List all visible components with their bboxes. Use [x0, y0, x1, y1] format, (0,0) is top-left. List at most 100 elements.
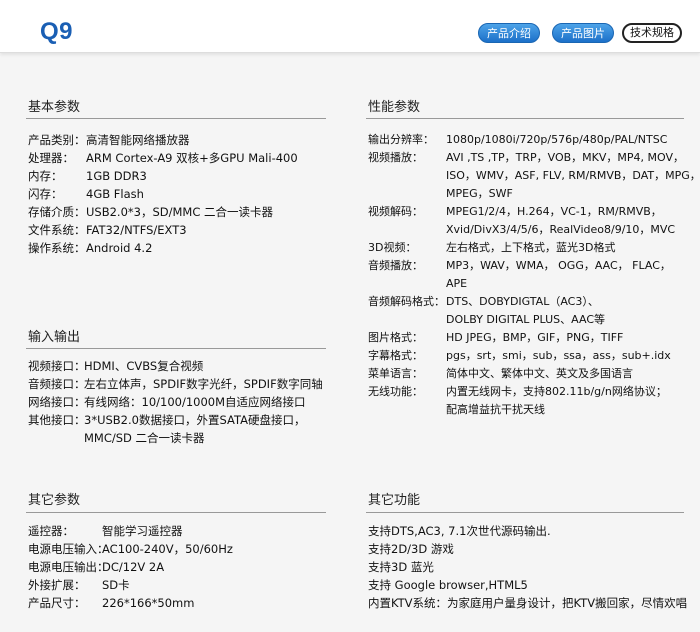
feature-line: 支持2D/3D 游戏	[368, 542, 454, 556]
spec-label: 产品尺寸：	[28, 596, 86, 610]
spec-label	[368, 275, 446, 293]
feature-line: 支持DTS,AC3, 7.1次世代源码输出.	[368, 524, 551, 538]
spec-value: 3*USB2.0数据接口，外置SATA硬盘接口，	[84, 413, 306, 427]
feature-line: 内置KTV系统：为家庭用户量身设计，把KTV搬回家，尽情欢唱	[368, 596, 688, 610]
spec-value: 左右立体声，SPDIF数字光纤，SPDIF数字同轴	[84, 377, 323, 391]
spec-value: HDMI、CVBS复合视频	[84, 359, 204, 373]
spec-label	[368, 185, 446, 203]
spec-row: MMC/SD 二合一读卡器	[28, 429, 323, 447]
features-section-title: 其它功能	[368, 493, 421, 508]
basic-section-title: 基本参数	[28, 100, 81, 115]
perf-section-title: 性能参数	[368, 100, 421, 115]
spec-label: 输出分辨率：	[368, 133, 434, 146]
spec-label: 其他接口：	[28, 413, 86, 427]
spec-row: Xvid/DivX3/4/5/6，RealVideo8/9/10，MVC	[368, 221, 700, 239]
spec-label: 视频接口：	[28, 359, 86, 373]
spec-label	[368, 311, 446, 329]
spec-label: 网络接口：	[28, 395, 86, 409]
spec-label: 闪存：	[28, 187, 63, 201]
spec-value: Xvid/DivX3/4/5/6，RealVideo8/9/10，MVC	[446, 223, 676, 236]
spec-value: APE	[446, 277, 468, 290]
spec-row: 处理器： ARM Cortex-A9 双核+多GPU Mali-400	[28, 149, 298, 167]
feature-line: 支持3D 蓝光	[368, 560, 434, 574]
other-section-title: 其它参数	[28, 493, 81, 508]
spec-label: 外接扩展：	[28, 578, 86, 592]
spec-value: 1GB DDR3	[86, 169, 147, 183]
io-section-title: 输入输出	[28, 330, 81, 345]
spec-value: 226*166*50mm	[102, 596, 195, 610]
spec-row: 存储介质： USB2.0*3，SD/MMC 二合一读卡器	[28, 203, 298, 221]
spec-value: 1080p/1080i/720p/576p/480p/PAL/NTSC	[446, 133, 668, 146]
spec-row: DOLBY DIGITAL PLUS、AAC等	[368, 311, 700, 329]
other-divider	[26, 512, 326, 513]
spec-row: 内存： 1GB DDR3	[28, 167, 298, 185]
spec-row: APE	[368, 275, 700, 293]
spec-value: 有线网络：10/100/1000M自适应网络接口	[84, 395, 306, 409]
perf-rows: 输出分辨率： 1080p/1080i/720p/576p/480p/PAL/NTS…	[368, 131, 700, 419]
spec-value: pgs，srt，smi，sub，ssa，ass，sub+.idx	[446, 349, 671, 362]
basic-rows: 产品类别： 高清智能网络播放器 处理器： ARM Cortex-A9 双核+多GPU…	[28, 131, 298, 257]
spec-label: 处理器：	[28, 151, 74, 165]
spec-value: 高清智能网络播放器	[86, 133, 190, 147]
spec-label: 操作系统：	[28, 241, 86, 255]
spec-row: 遥控器： 智能学习遥控器	[28, 522, 233, 540]
spec-value: Android 4.2	[86, 241, 153, 255]
spec-value: 智能学习遥控器	[102, 524, 183, 538]
perf-divider	[366, 118, 684, 119]
spec-label: 菜单语言：	[368, 367, 423, 380]
spec-row: 视频播放： AVI ,TS ,TP，TRP，VOB，MKV，MP4, MOV，	[368, 149, 700, 167]
header-bar: Q9 产品介绍 产品图片 技术规格	[0, 0, 700, 53]
tab-product-images[interactable]: 产品图片	[552, 23, 614, 43]
io-divider	[26, 348, 326, 349]
spec-value: DOLBY DIGITAL PLUS、AAC等	[446, 313, 606, 326]
spec-label	[368, 167, 446, 185]
spec-value: 内置无线网卡，支持802.11b/g/n网络协议；	[446, 385, 667, 398]
spec-label: 音频播放：	[368, 259, 423, 272]
model-name: Q9	[40, 18, 74, 45]
spec-row: 配高增益抗干扰天线	[368, 401, 700, 419]
spec-label: 电源电压输出：	[28, 560, 109, 574]
spec-row: 输出分辨率： 1080p/1080i/720p/576p/480p/PAL/NTS…	[368, 131, 700, 149]
spec-label: 3D视频：	[368, 241, 417, 254]
spec-value: MPEG，SWF	[446, 187, 513, 200]
spec-value: SD卡	[102, 578, 130, 592]
spec-row: 电源电压输入： AC100-240V，50/60Hz	[28, 540, 233, 558]
spec-value: MMC/SD 二合一读卡器	[84, 431, 205, 445]
spec-label: 无线功能：	[368, 385, 423, 398]
spec-label: 内存：	[28, 169, 63, 183]
spec-label: 视频播放：	[368, 151, 423, 164]
spec-row: 操作系统： Android 4.2	[28, 239, 298, 257]
spec-value: 4GB Flash	[86, 187, 144, 201]
spec-row: ISO，WMV，ASF, FLV, RM/RMVB，DAT，MPG，	[368, 167, 700, 185]
spec-label	[28, 429, 84, 447]
basic-divider	[26, 118, 326, 119]
spec-row: 产品类别： 高清智能网络播放器	[28, 131, 298, 149]
spec-value: DTS、DOBYDIGTAL（AC3）、	[446, 295, 599, 308]
spec-row: 视频接口： HDMI、CVBS复合视频	[28, 357, 323, 375]
spec-value: FAT32/NTFS/EXT3	[86, 223, 187, 237]
spec-row: 图片格式： HD JPEG，BMP，GIF，PNG，TIFF	[368, 329, 700, 347]
spec-label: 产品类别：	[28, 133, 86, 147]
spec-label: 存储介质：	[28, 205, 86, 219]
spec-value: ARM Cortex-A9 双核+多GPU Mali-400	[86, 151, 298, 165]
features-rows: 支持DTS,AC3, 7.1次世代源码输出. 支持2D/3D 游戏 支持3D 蓝…	[368, 522, 687, 612]
spec-row: 无线功能： 内置无线网卡，支持802.11b/g/n网络协议；	[368, 383, 700, 401]
spec-value: DC/12V 2A	[102, 560, 165, 574]
spec-label: 音频解码格式：	[368, 295, 445, 308]
spec-value: HD JPEG，BMP，GIF，PNG，TIFF	[446, 331, 624, 344]
tab-tech-specs[interactable]: 技术规格	[622, 23, 682, 43]
spec-row: 3D视频： 左右格式，上下格式，蓝光3D格式	[368, 239, 700, 257]
feature-line: 支持 Google browser,HTML5	[368, 578, 528, 592]
spec-row: 音频解码格式： DTS、DOBYDIGTAL（AC3）、	[368, 293, 700, 311]
spec-value: 左右格式，上下格式，蓝光3D格式	[446, 241, 616, 254]
spec-value: USB2.0*3，SD/MMC 二合一读卡器	[86, 205, 274, 219]
spec-row: 闪存： 4GB Flash	[28, 185, 298, 203]
spec-row: 产品尺寸： 226*166*50mm	[28, 594, 233, 612]
spec-label: 图片格式：	[368, 331, 423, 344]
spec-label: 音频接口：	[28, 377, 86, 391]
spec-label: 字幕格式：	[368, 349, 423, 362]
spec-row: 音频播放： MP3，WAV，WMA， OGG，AAC， FLAC，	[368, 257, 700, 275]
spec-value: AC100-240V，50/60Hz	[102, 542, 233, 556]
spec-value: 配高增益抗干扰天线	[446, 403, 545, 416]
tab-product-intro[interactable]: 产品介绍	[478, 23, 540, 43]
